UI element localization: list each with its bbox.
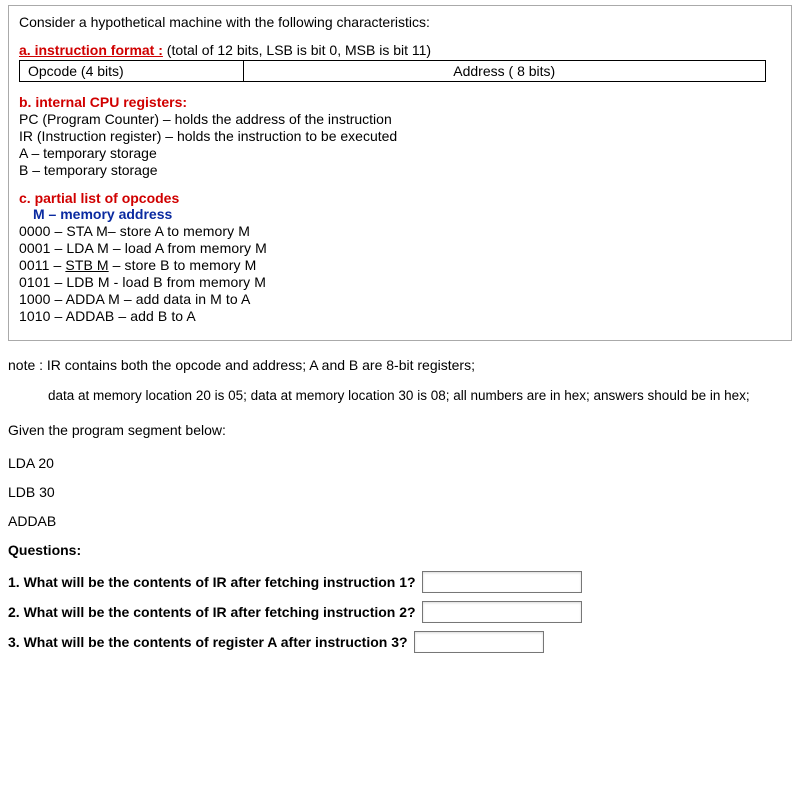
instruction-format-table: Opcode (4 bits) Address ( 8 bits) xyxy=(19,60,766,82)
given-label: Given the program segment below: xyxy=(8,420,792,441)
answer-1-input[interactable] xyxy=(422,571,582,593)
reg-pc: PC (Program Counter) – holds the address… xyxy=(19,111,781,127)
opcode-addab: 1010 – ADDAB – add B to A xyxy=(19,308,781,324)
program-line-3: ADDAB xyxy=(8,511,792,532)
section-c: c. partial list of opcodes M – memory ad… xyxy=(19,190,781,324)
opcode-sta: 0000 – STA M– store A to memory M xyxy=(19,223,781,239)
opcode-lda: 0001 – LDA M – load A from memory M xyxy=(19,240,781,256)
answer-2-input[interactable] xyxy=(422,601,582,623)
question-3-row: 3. What will be the contents of register… xyxy=(8,631,792,653)
question-2-row: 2. What will be the contents of IR after… xyxy=(8,601,792,623)
opcode-cell: Opcode (4 bits) xyxy=(20,61,244,82)
section-a: a. instruction format : (total of 12 bit… xyxy=(19,42,781,82)
reg-b: B – temporary storage xyxy=(19,162,781,178)
opcode-stb: 0011 – STB M – store B to memory M xyxy=(19,257,781,273)
question-1-text: 1. What will be the contents of IR after… xyxy=(8,572,416,593)
address-cell: Address ( 8 bits) xyxy=(243,61,765,82)
note-line-2: data at memory location 20 is 05; data a… xyxy=(48,386,792,406)
question-2-text: 2. What will be the contents of IR after… xyxy=(8,602,416,623)
question-3-text: 3. What will be the contents of register… xyxy=(8,632,408,653)
answer-3-input[interactable] xyxy=(414,631,544,653)
reg-a: A – temporary storage xyxy=(19,145,781,161)
program-line-1: LDA 20 xyxy=(8,453,792,474)
questions-heading: Questions: xyxy=(8,540,792,561)
section-b: b. internal CPU registers: PC (Program C… xyxy=(19,94,781,178)
reg-ir: IR (Instruction register) – holds the in… xyxy=(19,128,781,144)
opcode-adda: 1000 – ADDA M – add data in M to A xyxy=(19,291,781,307)
problem-box: Consider a hypothetical machine with the… xyxy=(8,5,792,341)
section-a-extra: (total of 12 bits, LSB is bit 0, MSB is … xyxy=(163,42,431,58)
section-a-heading: a. instruction format : xyxy=(19,42,163,58)
section-c-heading: c. partial list of opcodes xyxy=(19,190,781,206)
mem-address-label: M – memory address xyxy=(33,206,781,222)
note-line-1: note : IR contains both the opcode and a… xyxy=(8,355,792,376)
lower-section: note : IR contains both the opcode and a… xyxy=(0,341,800,653)
opcode-ldb: 0101 – LDB M - load B from memory M xyxy=(19,274,781,290)
question-1-row: 1. What will be the contents of IR after… xyxy=(8,571,792,593)
section-b-heading: b. internal CPU registers: xyxy=(19,94,781,110)
program-line-2: LDB 30 xyxy=(8,482,792,503)
intro-text: Consider a hypothetical machine with the… xyxy=(19,14,781,30)
